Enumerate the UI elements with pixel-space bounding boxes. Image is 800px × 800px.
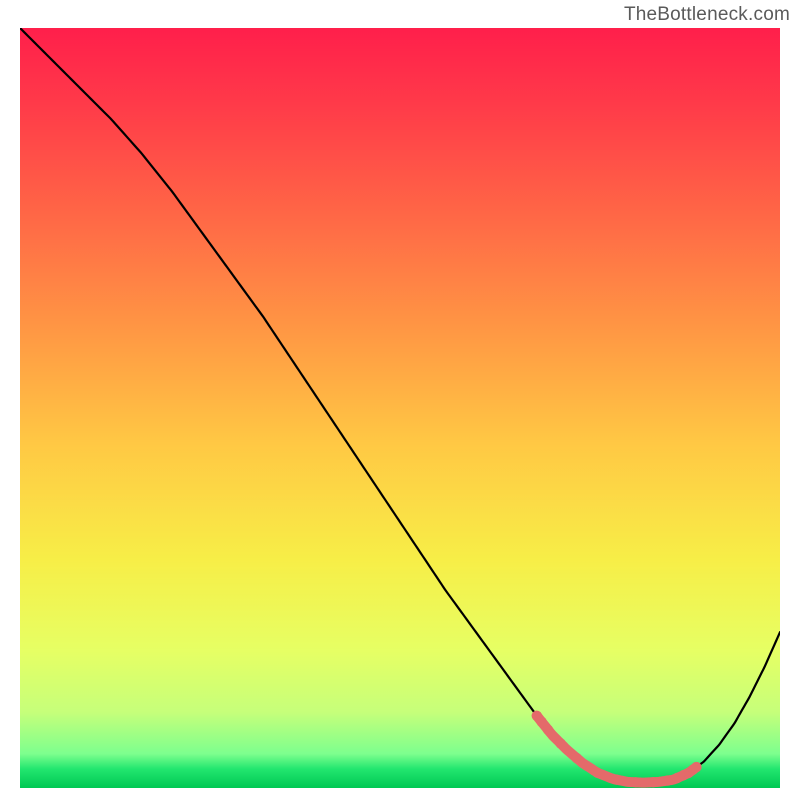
bottleneck-chart [20,28,780,788]
marker-dot [556,738,566,748]
marker-dot [592,768,602,778]
marker-dot [611,774,621,784]
watermark-text: TheBottleneck.com [624,4,790,26]
plot-area [20,28,780,788]
marker-dot [662,775,672,785]
marker-dot [691,762,701,772]
marker-dot [648,777,658,787]
marker-dot [631,777,641,787]
gradient-background [20,28,780,788]
marker-dot [572,753,582,763]
marker-dot [543,725,553,735]
chart-stage: TheBottleneck.com [0,0,800,800]
